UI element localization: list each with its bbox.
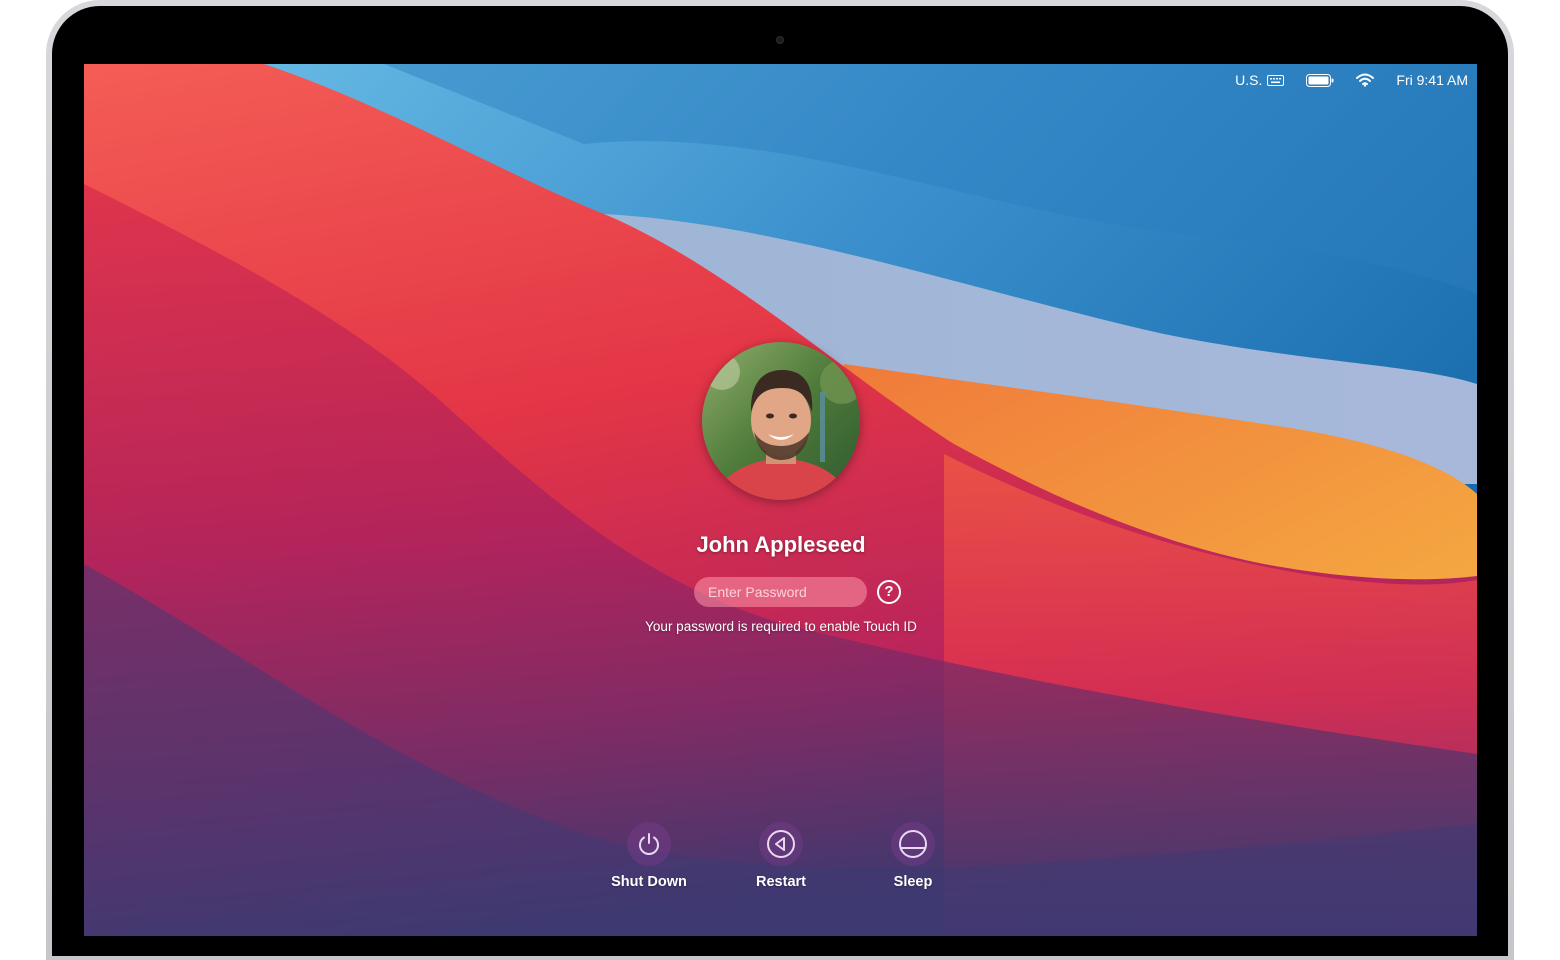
touch-id-hint: Your password is required to enable Touc… (645, 619, 917, 634)
restart-button[interactable]: Restart (726, 822, 836, 890)
power-icon (639, 833, 659, 855)
password-field[interactable] (694, 577, 867, 607)
sleep-circle (891, 822, 935, 866)
avatar-photo (702, 342, 860, 500)
restart-icon (767, 830, 795, 858)
restart-label: Restart (756, 874, 806, 890)
login-panel: John Appleseed ? Your password is requir… (84, 64, 1477, 936)
shut-down-button[interactable]: Shut Down (594, 822, 704, 890)
lock-screen: U.S. Fri 9:41 AM John Appleseed ? Your p… (84, 64, 1477, 936)
sleep-icon (899, 830, 927, 858)
camera-icon (776, 36, 784, 44)
restart-circle (759, 822, 803, 866)
help-icon: ? (884, 583, 894, 600)
shut-down-circle (627, 822, 671, 866)
sleep-button[interactable]: Sleep (858, 822, 968, 890)
password-hint-button[interactable]: ? (877, 580, 901, 604)
sleep-label: Sleep (893, 874, 933, 890)
user-avatar[interactable] (702, 342, 860, 500)
shut-down-label: Shut Down (611, 874, 687, 890)
user-name: John Appleseed (696, 532, 866, 557)
